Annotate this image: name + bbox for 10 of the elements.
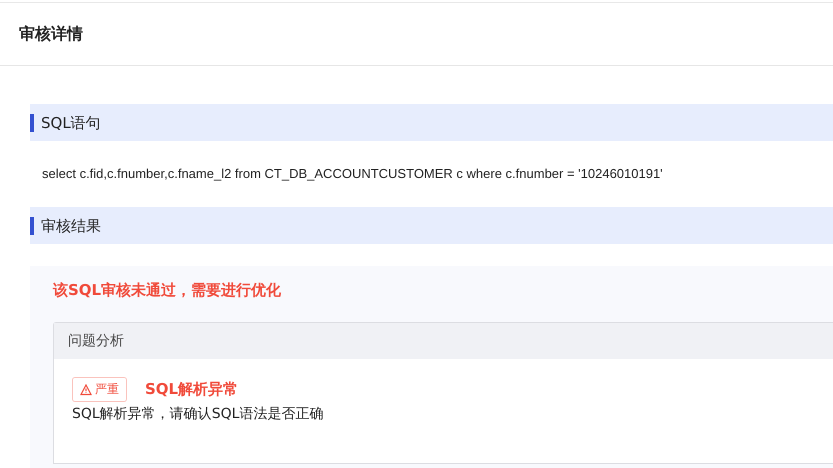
panel-title: 问题分析: [54, 323, 833, 359]
section-title: 审核结果: [30, 216, 101, 234]
severity-tag: 严重: [72, 377, 127, 402]
issue-description: SQL解析异常，请确认SQL语法是否正确: [72, 405, 324, 423]
section-title: SQL语句: [30, 114, 101, 132]
verdict-text: 该SQL审核未通过，需要进行优化: [53, 281, 282, 300]
warning-icon: [80, 384, 92, 396]
page-title: 审核详情: [19, 24, 83, 44]
issue-title: SQL解析异常: [145, 380, 238, 399]
sql-statement: select c.fid,c.fnumber,c.fname_l2 from CT_DB_ACCOUNTCUSTOMER c where c.fnumber = '10246010191': [41, 165, 664, 183]
